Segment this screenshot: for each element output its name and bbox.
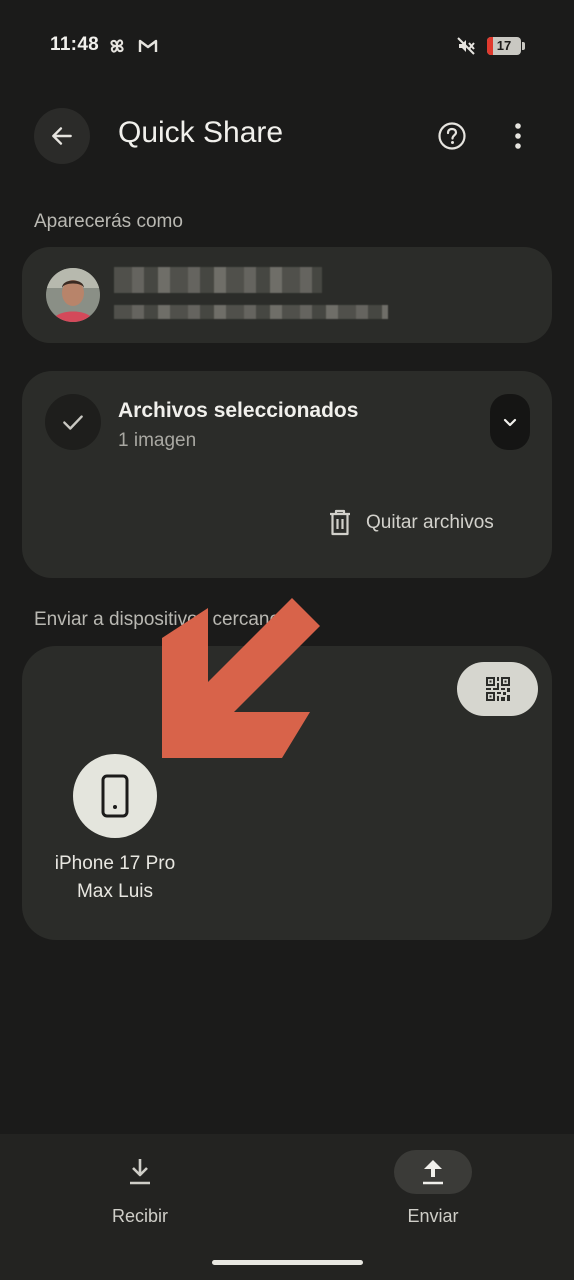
download-icon [130, 1159, 150, 1185]
chevron-down-icon [503, 418, 517, 427]
gmail-icon [138, 39, 158, 52]
pinwheel-icon [110, 39, 124, 53]
more-vert-icon [515, 123, 521, 149]
check-icon [63, 415, 83, 430]
battery-level: 17 [496, 38, 512, 53]
check-circle [45, 394, 101, 450]
annotation-arrow [162, 598, 320, 758]
profile-section-label: Aparecerás como [34, 211, 183, 232]
files-subtitle: 1 imagen [118, 430, 197, 451]
home-indicator[interactable] [212, 1260, 363, 1265]
status-bar: 11:48 17 [0, 0, 574, 90]
nav-receive-label: Recibir [111, 1206, 168, 1226]
nav-send[interactable]: Enviar [373, 1150, 493, 1227]
smartphone-icon [101, 774, 129, 818]
battery-icon: 17 [487, 37, 525, 55]
help-button[interactable] [430, 114, 474, 158]
back-button[interactable] [34, 108, 90, 164]
redacted-name [114, 267, 322, 293]
expand-files-button[interactable] [490, 394, 530, 450]
qr-code-icon [485, 677, 510, 701]
remove-files-label: Quitar archivos [366, 512, 494, 533]
files-title: Archivos seleccionados [118, 399, 359, 422]
nav-send-label: Enviar [407, 1206, 459, 1226]
qr-code-button[interactable] [457, 662, 538, 716]
status-time: 11:48 [50, 34, 100, 55]
avatar [46, 268, 100, 322]
mute-icon [457, 37, 475, 55]
arrow-back-icon [52, 127, 72, 145]
device-name: iPhone 17 Pro Max Luis [54, 853, 176, 902]
device-item[interactable]: iPhone 17 Pro Max Luis [42, 754, 188, 906]
page-title: Quick Share [118, 116, 284, 149]
nav-send-icon-wrap [394, 1150, 472, 1194]
redacted-email [114, 305, 388, 319]
trash-icon [330, 509, 350, 536]
bottom-navigation: Recibir Enviar [0, 1134, 574, 1280]
selected-files-card: Archivos seleccionados 1 imagen Quitar a… [22, 371, 552, 578]
nav-receive[interactable]: Recibir [80, 1150, 200, 1227]
device-avatar [73, 754, 157, 838]
upload-icon [423, 1160, 443, 1185]
nav-receive-icon-wrap [101, 1150, 179, 1194]
remove-files-button[interactable]: Quitar archivos [328, 507, 494, 539]
help-circle-icon [438, 122, 466, 150]
profile-card [22, 247, 552, 343]
more-options-button[interactable] [498, 114, 538, 158]
